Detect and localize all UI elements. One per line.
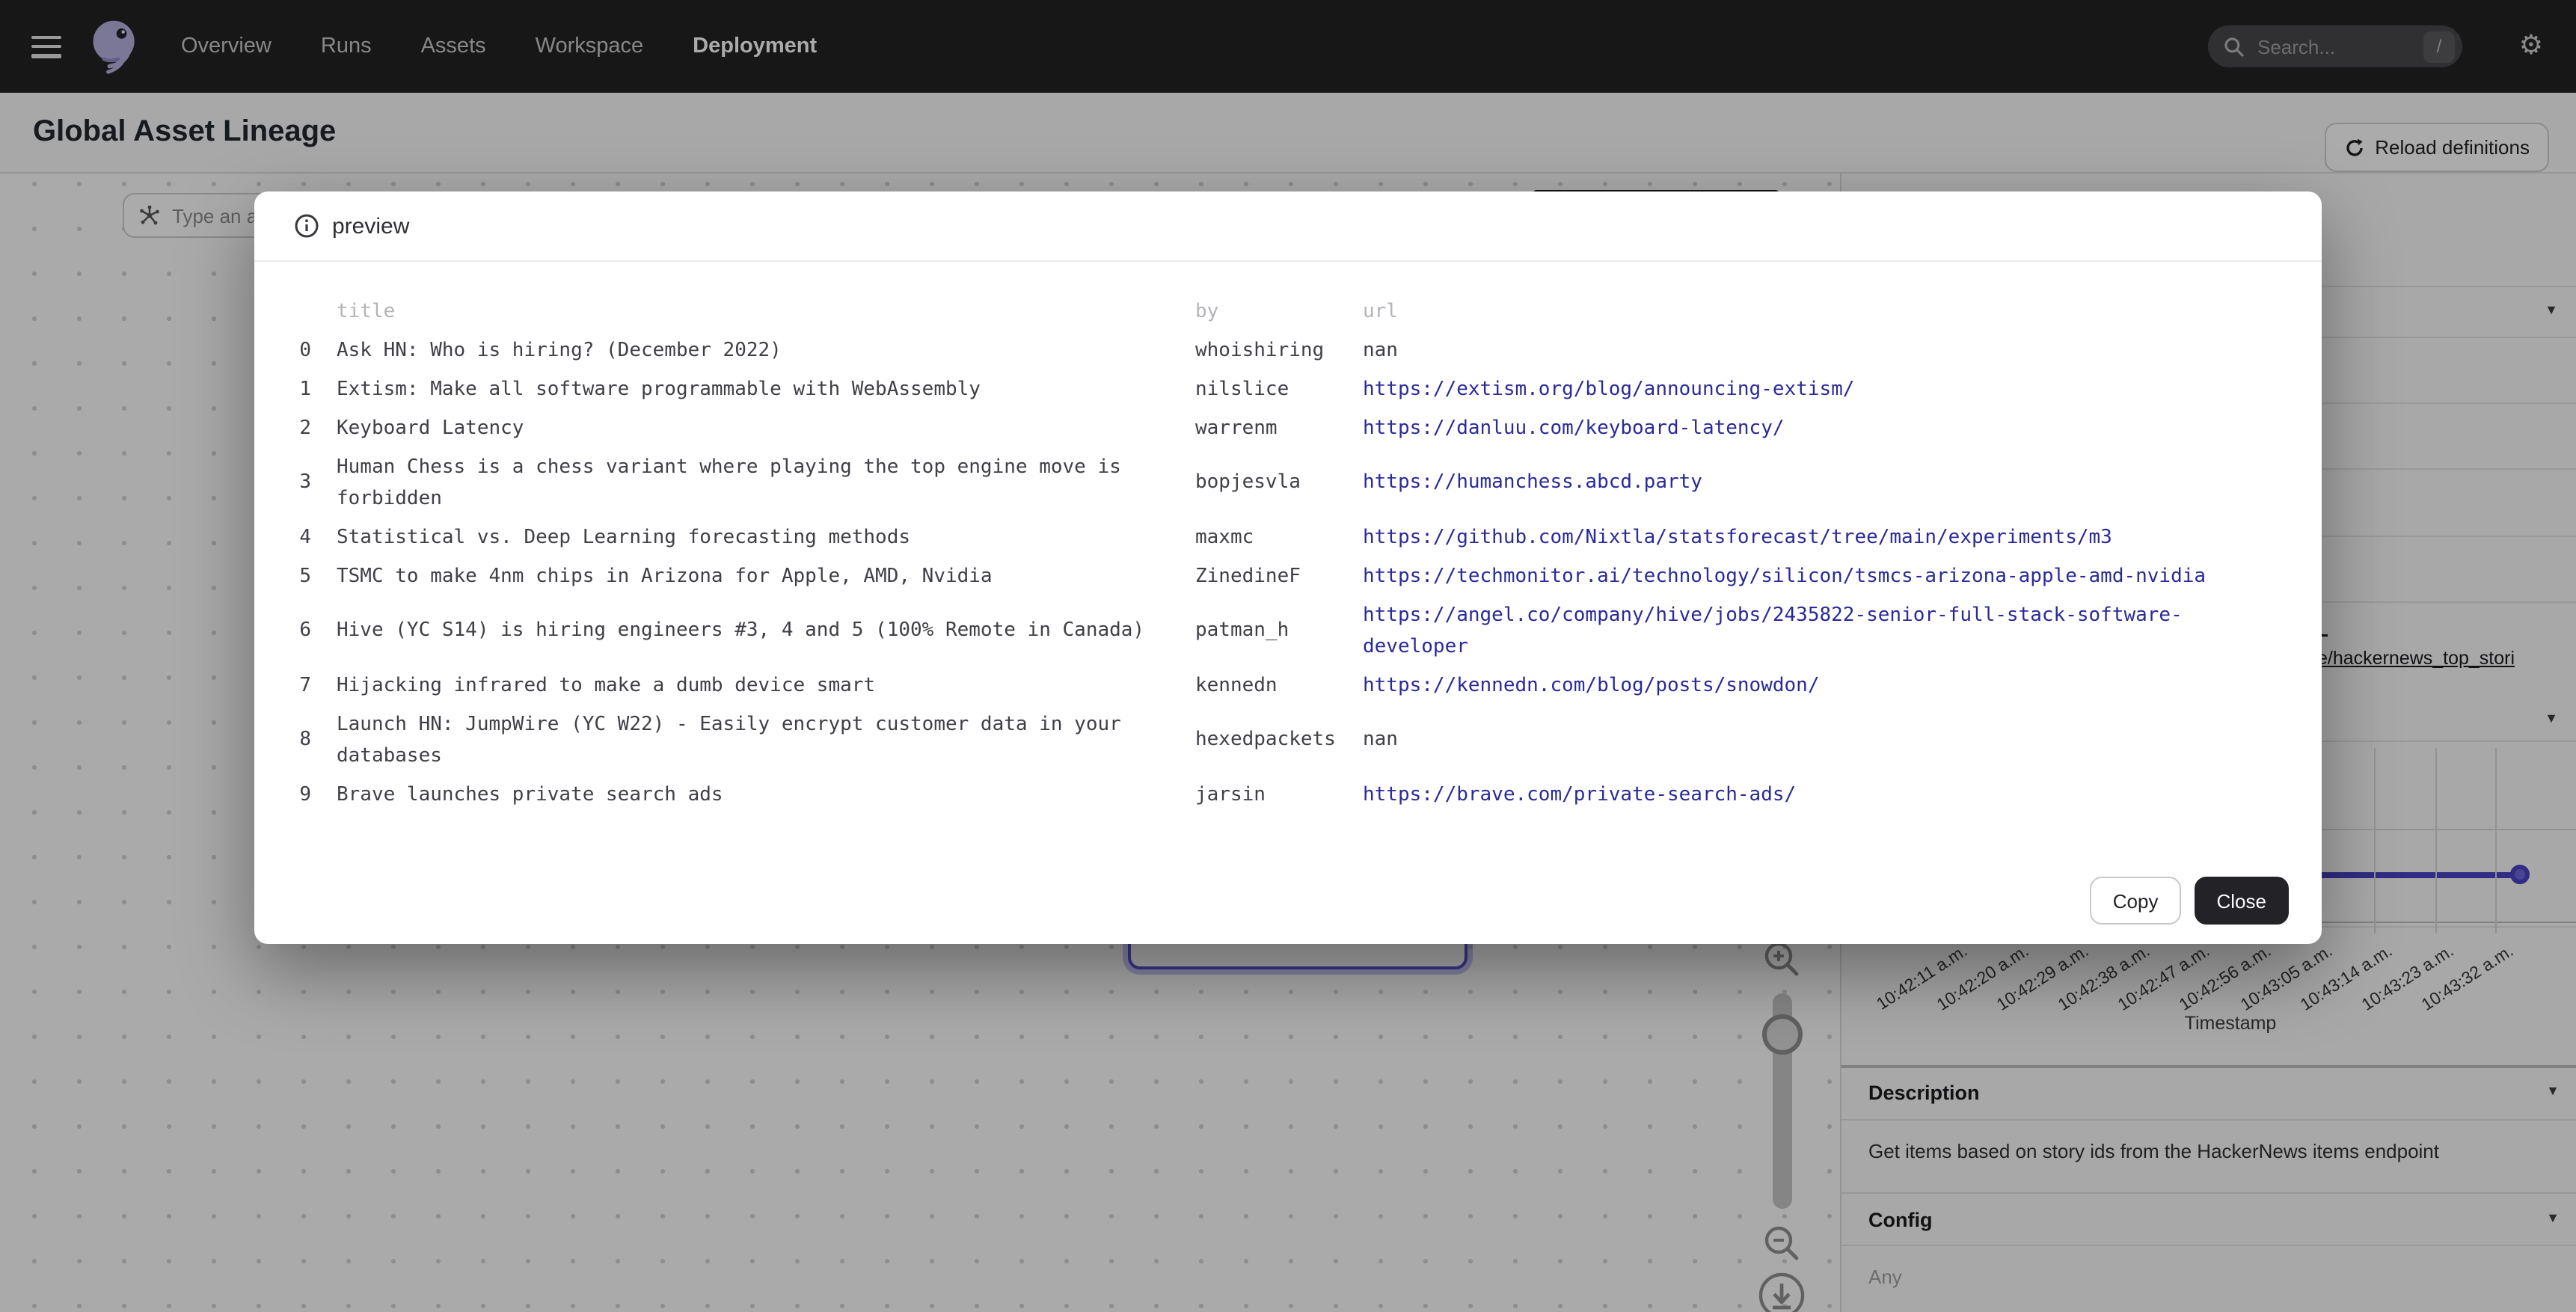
story-url-link[interactable]: https://kennedn.com/blog/posts/snowdon/ xyxy=(1363,666,2260,705)
preview-table: title by url 0Ask HN: Who is hiring? (De… xyxy=(281,293,2260,814)
story-author: kennedn xyxy=(1195,666,1363,705)
story-author: patman_h xyxy=(1195,595,1363,666)
info-icon xyxy=(295,214,319,238)
story-url-link[interactable]: https://extism.org/blog/announcing-extis… xyxy=(1363,370,2260,408)
story-title: Launch HN: JumpWire (YC W22) - Easily en… xyxy=(311,705,1195,775)
story-url-link[interactable]: https://angel.co/company/hive/jobs/24358… xyxy=(1363,595,2260,666)
story-url-link[interactable]: https://techmonitor.ai/technology/silico… xyxy=(1363,557,2260,595)
table-row: 6Hive (YC S14) is hiring engineers #3, 4… xyxy=(281,595,2260,666)
preview-modal: preview title by url 0Ask HN: Who is hir… xyxy=(254,191,2322,944)
table-row: 1Extism: Make all software programmable … xyxy=(281,370,2260,408)
table-row: 9Brave launches private search adsjarsin… xyxy=(281,775,2260,814)
row-index: 5 xyxy=(281,557,311,595)
story-title: Extism: Make all software programmable w… xyxy=(311,370,1195,408)
table-row: 2Keyboard Latencywarrenmhttps://danluu.c… xyxy=(281,408,2260,447)
table-header-row: title by url xyxy=(281,293,2260,331)
row-index: 3 xyxy=(281,447,311,518)
story-author: maxmc xyxy=(1195,518,1363,557)
story-author: hexedpackets xyxy=(1195,705,1363,775)
screenshot-viewport: Overview Runs Assets Workspace Deploymen… xyxy=(0,0,2576,1312)
story-url-link[interactable]: https://brave.com/private-search-ads/ xyxy=(1363,775,2260,814)
row-index: 0 xyxy=(281,331,311,370)
story-title: Statistical vs. Deep Learning forecastin… xyxy=(311,518,1195,557)
copy-button[interactable]: Copy xyxy=(2091,877,2181,925)
story-author: bopjesvla xyxy=(1195,447,1363,518)
story-url-missing: nan xyxy=(1363,331,2260,370)
story-title: Hive (YC S14) is hiring engineers #3, 4 … xyxy=(311,595,1195,666)
modal-header: preview xyxy=(254,191,2322,262)
table-row: 7Hijacking infrared to make a dumb devic… xyxy=(281,666,2260,705)
story-url-missing: nan xyxy=(1363,705,2260,775)
table-row: 4Statistical vs. Deep Learning forecasti… xyxy=(281,518,2260,557)
close-button[interactable]: Close xyxy=(2195,877,2290,925)
row-index: 7 xyxy=(281,666,311,705)
story-title: TSMC to make 4nm chips in Arizona for Ap… xyxy=(311,557,1195,595)
story-title: Keyboard Latency xyxy=(311,408,1195,447)
row-index: 2 xyxy=(281,408,311,447)
story-author: jarsin xyxy=(1195,775,1363,814)
modal-footer: Copy Close xyxy=(2091,877,2289,925)
modal-title: preview xyxy=(332,213,409,239)
table-row: 3Human Chess is a chess variant where pl… xyxy=(281,447,2260,518)
row-index: 9 xyxy=(281,775,311,814)
story-title: Ask HN: Who is hiring? (December 2022) xyxy=(311,331,1195,370)
table-row: 8Launch HN: JumpWire (YC W22) - Easily e… xyxy=(281,705,2260,775)
table-row: 5TSMC to make 4nm chips in Arizona for A… xyxy=(281,557,2260,595)
column-header-title: title xyxy=(311,293,1195,331)
row-index: 8 xyxy=(281,705,311,775)
story-url-link[interactable]: https://danluu.com/keyboard-latency/ xyxy=(1363,408,2260,447)
story-author: nilslice xyxy=(1195,370,1363,408)
story-url-link[interactable]: https://humanchess.abcd.party xyxy=(1363,447,2260,518)
story-author: whoishiring xyxy=(1195,331,1363,370)
story-title: Human Chess is a chess variant where pla… xyxy=(311,447,1195,518)
row-index: 6 xyxy=(281,595,311,666)
row-index: 4 xyxy=(281,518,311,557)
story-title: Hijacking infrared to make a dumb device… xyxy=(311,666,1195,705)
column-header-url: url xyxy=(1363,293,2260,331)
table-row: 0Ask HN: Who is hiring? (December 2022)w… xyxy=(281,331,2260,370)
story-author: ZinedineF xyxy=(1195,557,1363,595)
row-index: 1 xyxy=(281,370,311,408)
dagster-app: Overview Runs Assets Workspace Deploymen… xyxy=(0,0,2576,1312)
story-url-link[interactable]: https://github.com/Nixtla/statsforecast/… xyxy=(1363,518,2260,557)
story-title: Brave launches private search ads xyxy=(311,775,1195,814)
story-author: warrenm xyxy=(1195,408,1363,447)
column-header-by: by xyxy=(1195,293,1363,331)
